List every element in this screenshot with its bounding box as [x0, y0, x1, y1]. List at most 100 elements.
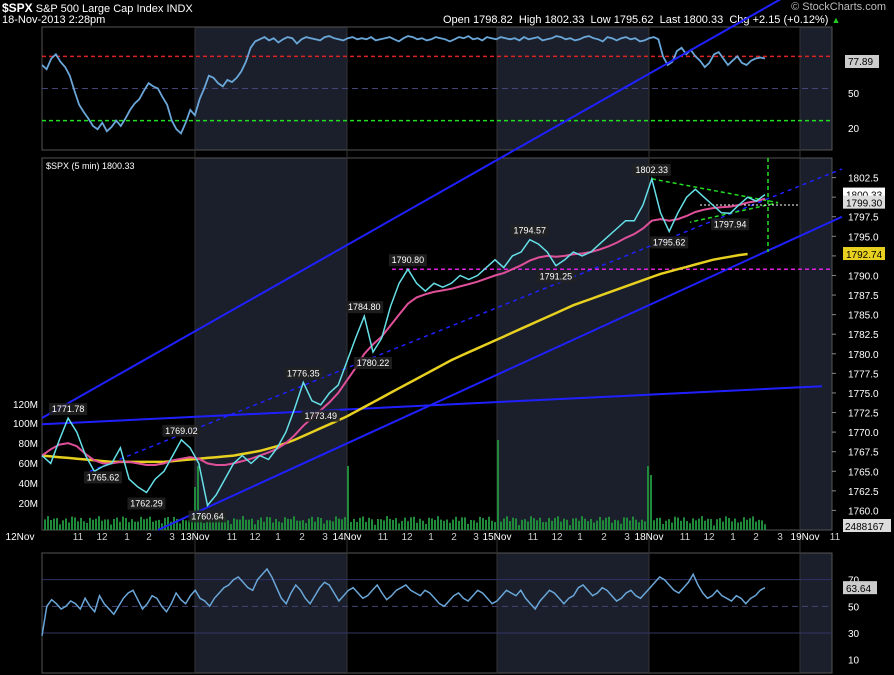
x-axis-label: 11 — [528, 532, 539, 543]
volume-bar — [563, 518, 565, 530]
volume-bar — [413, 516, 415, 530]
volume-bar — [548, 517, 550, 530]
volume-bar — [524, 519, 526, 530]
volume-bar — [68, 522, 70, 530]
volume-bar — [155, 520, 157, 530]
volume-bar — [551, 520, 553, 530]
x-axis-label: 2 — [601, 532, 607, 543]
volume-bar — [611, 522, 613, 530]
volume-bar — [182, 519, 184, 530]
volume-bar — [86, 522, 88, 530]
volume-bar — [401, 520, 403, 530]
volume-bar — [587, 521, 589, 530]
volume-bar — [599, 516, 601, 530]
volume-bar — [644, 521, 646, 530]
volume-bar — [239, 519, 241, 530]
x-axis-label: 12 — [703, 532, 715, 543]
price-annotation: 1791.25 — [540, 272, 573, 282]
volume-bar — [194, 487, 196, 530]
x-axis-label: 12Nov — [6, 532, 35, 543]
volume-bar — [140, 516, 142, 530]
volume-bar — [665, 520, 667, 530]
volume-bar — [59, 524, 61, 530]
volume-bar — [83, 521, 85, 530]
volume-bar — [581, 516, 583, 530]
volume-bar — [380, 519, 382, 530]
volume-bar — [89, 517, 91, 530]
volume-bar — [263, 521, 265, 530]
volume-bar — [416, 522, 418, 530]
volume-bar — [752, 516, 754, 530]
x-axis-label: 2 — [451, 532, 457, 543]
x-axis-label: 12 — [96, 532, 108, 543]
price-annotation: 1776.35 — [287, 368, 320, 378]
price-annotation: 1794.57 — [514, 226, 547, 236]
volume-bar — [602, 520, 604, 530]
x-axis-label: 3 — [322, 532, 328, 543]
volume-bar — [71, 516, 73, 530]
x-axis-label: 3 — [473, 532, 479, 543]
volume-bar — [614, 519, 616, 530]
volume-bar — [512, 517, 514, 530]
volume-bar — [344, 517, 346, 530]
volume-bar — [386, 516, 388, 530]
volume-bar — [677, 517, 679, 530]
volume-bar — [659, 517, 661, 530]
top-ytick-20: 20 — [848, 124, 860, 135]
volume-bar — [335, 516, 337, 530]
volume-bar — [428, 517, 430, 530]
x-axis-label: 2 — [299, 532, 305, 543]
price-tag: 1792.74 — [846, 250, 883, 261]
volume-bar — [437, 516, 439, 530]
volume-bar — [266, 516, 268, 530]
chart-canvas: 77.8977.895020120M100M80M60M40M20M1760.0… — [6, 0, 891, 674]
rsi-value-tag: 63.64 — [846, 584, 871, 595]
volume-bar — [704, 520, 706, 530]
x-axis-label: 11 — [680, 532, 691, 543]
volume-bar — [719, 518, 721, 530]
volume-bar — [314, 521, 316, 530]
volume-bar — [533, 518, 535, 530]
volume-bar — [290, 519, 292, 530]
volume-bar — [221, 521, 223, 530]
volume-bar — [50, 520, 52, 530]
volume-bar — [311, 516, 313, 530]
x-axis-label: 15Nov — [483, 532, 512, 543]
volume-bar — [251, 518, 253, 530]
stochastic-line — [41, 35, 766, 135]
session-shade — [497, 158, 649, 530]
volume-bar — [605, 517, 607, 530]
volume-bar — [566, 519, 568, 530]
volume-bar — [212, 522, 214, 530]
panel-border — [41, 552, 833, 674]
volume-bar — [728, 517, 730, 530]
volume-bar — [44, 519, 46, 530]
volume-bar — [731, 521, 733, 530]
volume-bar — [485, 519, 487, 530]
volume-bar — [350, 521, 352, 530]
volume-bar — [233, 518, 235, 530]
price-annotation: 1760.64 — [191, 511, 224, 521]
volume-bar — [281, 522, 283, 530]
price-annotation: 1802.33 — [635, 165, 668, 175]
volume-bar — [578, 520, 580, 530]
session-shade — [497, 553, 649, 673]
session-shade — [800, 158, 832, 530]
volume-bar — [680, 520, 682, 530]
price-ytick: 1765.0 — [848, 467, 879, 478]
volume-bar — [362, 516, 364, 530]
price-panel-title: $SPX (5 min) 1800.33 — [46, 161, 135, 171]
volume-bar — [254, 524, 256, 530]
volume-label-0: 120M — [13, 400, 38, 411]
volume-bar — [419, 518, 421, 530]
price-annotation: 1780.22 — [357, 358, 390, 368]
price-ytick: 1775.0 — [848, 389, 879, 400]
volume-bar — [668, 519, 670, 530]
price-ytick: 1762.5 — [848, 487, 879, 498]
volume-bar — [653, 520, 655, 530]
volume-bar — [671, 522, 673, 530]
price-ytick: 1782.5 — [848, 330, 879, 341]
volume-bar — [701, 516, 703, 530]
volume-bar — [203, 523, 205, 530]
price-annotation: 1784.80 — [348, 302, 381, 312]
